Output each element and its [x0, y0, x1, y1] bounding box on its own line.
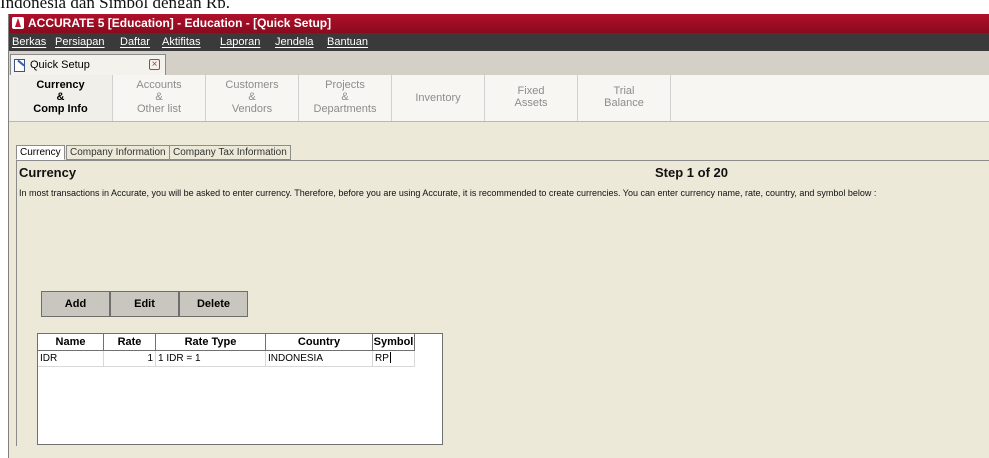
instructions-text: In most transactions in Accurate, you wi… — [19, 188, 877, 198]
step-customers-vendors[interactable]: Customers & Vendors — [206, 75, 299, 121]
menu-persiapan[interactable]: Persiapan — [55, 33, 105, 51]
title-bar: ACCURATE 5 [Education] - Education - [Qu… — [9, 14, 989, 33]
step-accounts-other-list[interactable]: Accounts & Other list — [113, 75, 206, 121]
table-row[interactable]: IDR 1 1 IDR = 1 INDONESIA RP — [38, 351, 415, 367]
subtab-company-tax-information[interactable]: Company Tax Information — [169, 145, 291, 160]
column-header-rate[interactable]: Rate — [104, 334, 156, 350]
subtab-company-information[interactable]: Company Information — [66, 145, 170, 160]
menu-aktifitas[interactable]: Aktifitas — [162, 33, 201, 51]
column-header-country[interactable]: Country — [266, 334, 373, 350]
currency-table: Name Rate Rate Type Country Symbol IDR 1… — [37, 333, 443, 445]
column-header-symbol[interactable]: Symbol — [373, 334, 415, 350]
panel-title: Currency — [19, 165, 77, 180]
currency-panel: Currency Step 1 of 20 In most transactio… — [16, 160, 989, 446]
delete-button[interactable]: Delete — [179, 291, 248, 317]
menu-berkas[interactable]: Berkas — [12, 33, 46, 51]
document-tab-strip: Quick Setup × — [9, 51, 989, 76]
window-title: ACCURATE 5 [Education] - Education - [Qu… — [28, 16, 332, 30]
document-caption: Indonesia dan Simbol dengan Rp. — [0, 0, 989, 8]
cell-symbol[interactable]: RP — [373, 351, 415, 366]
menu-jendela[interactable]: Jendela — [275, 33, 314, 51]
close-icon[interactable]: × — [149, 59, 160, 70]
tab-quick-setup[interactable]: Quick Setup × — [10, 54, 166, 75]
step-trial-balance[interactable]: Trial Balance — [578, 75, 671, 121]
cell-country[interactable]: INDONESIA — [266, 351, 373, 366]
setup-steps-bar: Currency & Comp Info Accounts & Other li… — [9, 75, 989, 122]
text-cursor — [389, 352, 391, 363]
step-inventory[interactable]: Inventory — [392, 75, 485, 121]
step-counter: Step 1 of 20 — [655, 165, 728, 180]
subtab-currency[interactable]: Currency — [16, 145, 65, 160]
menu-daftar[interactable]: Daftar — [120, 33, 150, 51]
menu-bantuan[interactable]: Bantuan — [327, 33, 368, 51]
cell-rate[interactable]: 1 — [104, 351, 156, 366]
edit-button[interactable]: Edit — [110, 291, 179, 317]
table-header: Name Rate Rate Type Country Symbol — [38, 334, 415, 351]
cell-rate-type[interactable]: 1 IDR = 1 — [156, 351, 266, 366]
column-header-rate-type[interactable]: Rate Type — [156, 334, 266, 350]
menu-bar: Berkas Persiapan Daftar Aktifitas Lapora… — [9, 33, 989, 51]
step-currency-comp-info[interactable]: Currency & Comp Info — [9, 75, 113, 121]
column-header-name[interactable]: Name — [38, 334, 104, 350]
tab-quick-setup-label: Quick Setup — [30, 59, 90, 71]
add-button[interactable]: Add — [41, 291, 110, 317]
cell-symbol-value: RP — [375, 353, 389, 364]
step-projects-departments[interactable]: Projects & Departments — [299, 75, 392, 121]
quick-setup-icon — [14, 59, 25, 72]
accurate-logo-icon — [12, 17, 24, 29]
menu-laporan[interactable]: Laporan — [220, 33, 260, 51]
step-fixed-assets[interactable]: Fixed Assets — [485, 75, 578, 121]
cell-name[interactable]: IDR — [38, 351, 104, 366]
